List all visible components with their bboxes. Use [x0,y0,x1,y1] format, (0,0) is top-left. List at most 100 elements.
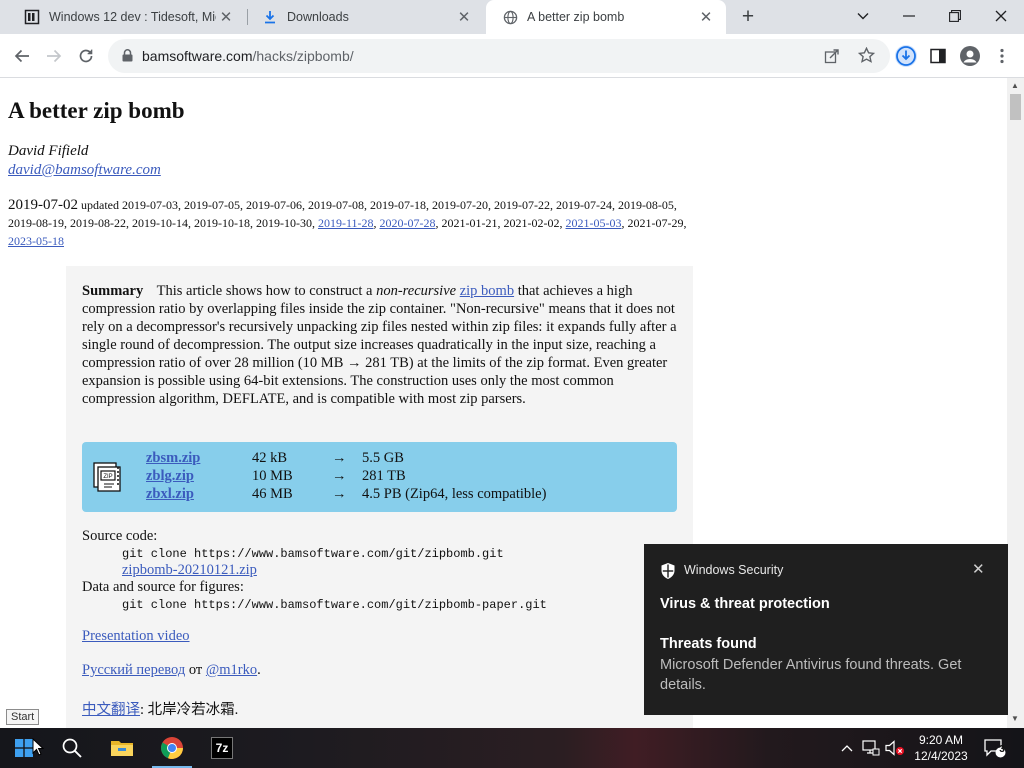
side-panel-icon[interactable] [924,42,952,70]
tab-title: Downloads [287,10,349,24]
svg-text:ZIP: ZIP [103,474,112,480]
download-icon [262,9,278,25]
browser-toolbar: bamsoftware.com/hacks/zipbomb/ [0,34,1024,78]
data-source-label: Data and source for figures: [82,579,244,595]
tab-zip-bomb[interactable]: A better zip bomb ✕ [486,0,726,34]
notification-body: Microsoft Defender Antivirus found threa… [660,657,962,693]
russian-translation-line: Русский перевод от @m1rko. [82,662,261,679]
file-output-size: 4.5 PB (Zip64, less compatible) [362,486,547,502]
downloads-button[interactable] [892,42,920,70]
7zip-icon[interactable]: 7z [198,728,246,768]
scroll-down-arrow-icon[interactable]: ▼ [1011,714,1019,723]
tab-close-icon[interactable]: ✕ [216,7,236,27]
tab-title: Windows 12 dev : Tidesoft, Micr [49,10,216,24]
restore-button[interactable] [932,0,978,32]
security-notification[interactable]: Windows Security ✕ Virus & threat protec… [644,544,1008,715]
updated-dates: 2021-07-29, [627,216,687,230]
file-size: 42 kB [252,450,288,466]
new-tab-button[interactable]: + [736,5,760,29]
forward-button[interactable] [40,42,68,70]
show-hidden-icons-chevron-icon[interactable] [838,728,856,768]
chinese-translator: : 北岸冷若冰霜. [140,702,239,718]
source-zip-link[interactable]: zipbomb-20210121.zip [122,562,257,579]
summary-section: Summary This article shows how to constr… [66,266,693,728]
reload-button[interactable] [72,42,100,70]
url-host: bamsoftware.com [142,48,253,64]
file-output-size: 5.5 GB [362,450,404,466]
summary-emphasis: non-recursive [376,283,457,299]
summary-intro: This article shows how to construct a [156,283,373,299]
scroll-up-arrow-icon[interactable]: ▲ [1011,81,1019,90]
file-size: 46 MB [252,486,293,502]
network-icon[interactable] [860,728,882,768]
notification-title: Threats found [660,636,757,652]
tab-search-chevron-icon[interactable] [840,0,886,32]
globe-icon [502,9,518,25]
data-clone-command: git clone https://www.bamsoftware.com/gi… [122,598,547,612]
clock-time: 9:20 AM [918,733,964,747]
updated-dates: 2019-07-03, 2019-07-05, 2019-07-06, 2019… [122,198,677,212]
action-center-icon[interactable]: 3 [980,728,1010,768]
tab-close-icon[interactable]: ✕ [454,7,474,27]
source-clone-command: git clone https://www.bamsoftware.com/gi… [122,547,504,561]
share-icon[interactable] [824,48,840,69]
notification-close-icon[interactable]: ✕ [972,560,985,578]
start-tooltip: Start [6,709,40,725]
url-path: /hacks/zipbomb/ [252,48,354,64]
bookmark-star-icon[interactable] [857,46,876,69]
updated-dates: 2019-08-19, 2019-08-22, 2019-10-14, 2019… [8,216,315,230]
clock-date: 12/4/2023 [914,749,968,763]
summary-text: Summary This article shows how to constr… [82,282,678,408]
date-link[interactable]: 2021-05-03 [566,216,622,230]
date-link[interactable]: 2023-05-18 [8,234,64,248]
minimize-button[interactable] [886,0,932,32]
zip-bomb-link[interactable]: zip bomb [460,283,514,299]
russian-from: от [188,662,203,678]
tab-downloads[interactable]: Downloads ✕ [246,0,484,34]
search-button[interactable] [48,728,96,768]
mouse-cursor-icon [32,737,45,761]
address-bar[interactable]: bamsoftware.com/hacks/zipbomb/ [108,39,890,73]
tab-windows-12-dev[interactable]: Windows 12 dev : Tidesoft, Micr ✕ [8,0,246,34]
updated-label: updated [81,198,119,212]
chrome-icon[interactable] [148,728,196,768]
clock[interactable]: 9:20 AM 12/4/2023 [910,732,972,764]
profile-avatar[interactable] [956,42,984,70]
russian-author-link[interactable]: @m1rko [206,662,257,678]
tab-strip: Windows 12 dev : Tidesoft, Micr ✕ Downlo… [0,0,1024,34]
url-text: bamsoftware.com/hacks/zipbomb/ [142,48,354,64]
file-explorer-icon[interactable] [98,728,146,768]
shield-icon [660,562,676,585]
file-link[interactable]: zblg.zip [146,468,236,485]
notification-count: 3 [999,744,1005,755]
summary-label: Summary [82,283,144,299]
updated-dates: 2021-01-21, 2021-02-02, [441,216,563,230]
taskbar: 7z 9:20 AM 12/4/2023 3 [0,728,1024,768]
source-code-label: Source code: [82,528,158,544]
presentation-video-link[interactable]: Presentation video [82,628,190,645]
chinese-translation-line: 中文翻译: 北岸冷若冰霜. [82,698,238,719]
menu-kebab-icon[interactable] [988,42,1016,70]
vertical-scrollbar[interactable]: ▲ ▼ [1007,78,1024,728]
tab-close-icon[interactable]: ✕ [696,7,716,27]
date-link[interactable]: 2019-11-28 [318,216,374,230]
page-title: A better zip bomb [8,98,185,123]
file-link[interactable]: zbxl.zip [146,486,236,503]
download-files-box: ZIP zbsm.zip 42 kB → 5.5 GB zblg.zip 10 … [82,442,677,512]
russian-translation-link[interactable]: Русский перевод [82,662,185,678]
arrow: → [332,468,347,484]
file-output-size: 281 TB [362,468,406,484]
author-email-link[interactable]: david@bamsoftware.com [8,162,161,179]
file-size: 10 MB [252,468,293,484]
chinese-translation-link[interactable]: 中文翻译 [82,702,140,718]
page-icon [24,9,40,25]
summary-body: that achieves a high compression ratio b… [82,283,677,407]
notification-heading: Virus & threat protection [660,596,830,612]
lock-icon[interactable] [122,49,133,67]
close-window-button[interactable] [978,0,1024,32]
volume-muted-icon[interactable] [884,728,906,768]
scroll-thumb[interactable] [1010,94,1021,120]
file-link[interactable]: zbsm.zip [146,450,236,467]
date-link[interactable]: 2020-07-28 [380,216,436,230]
back-button[interactable] [8,42,36,70]
